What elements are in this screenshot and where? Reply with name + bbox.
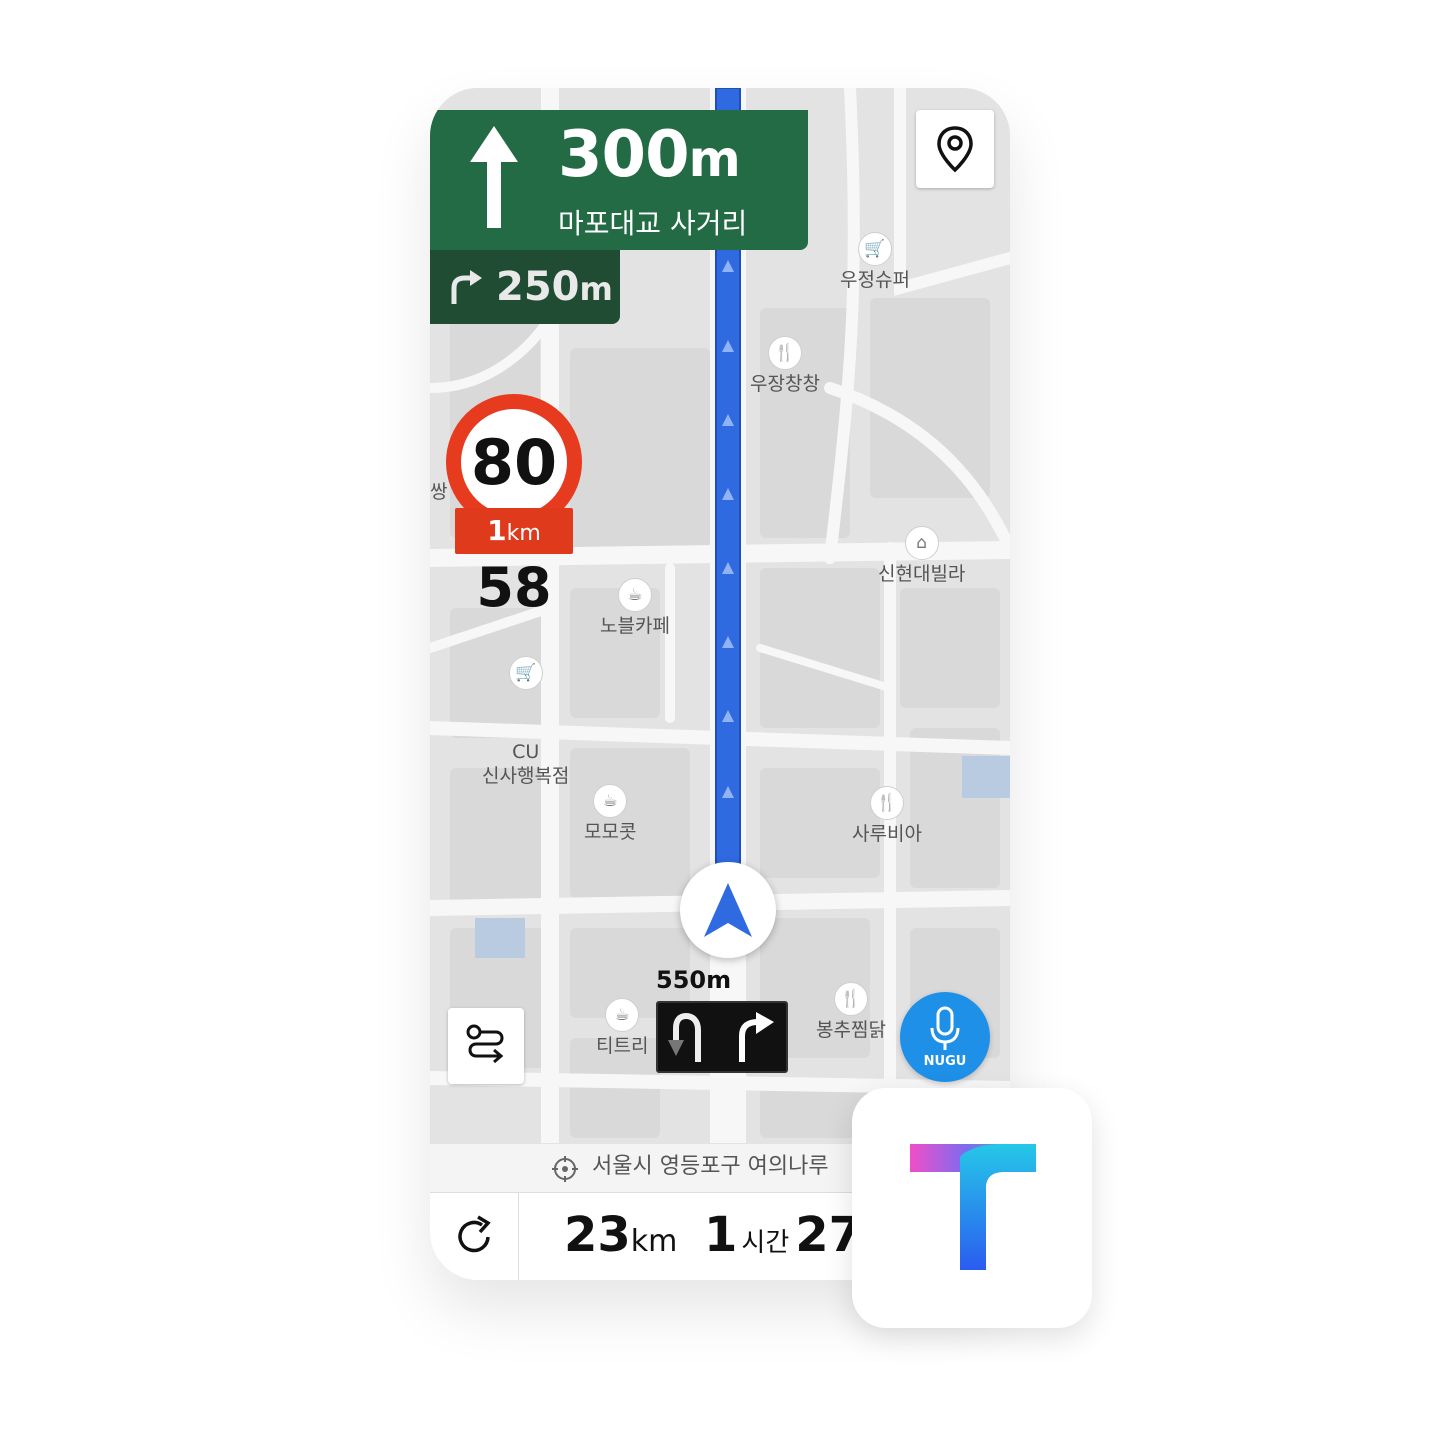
reroute-button[interactable] [430, 1193, 519, 1280]
cafe-icon: ☕ [605, 998, 640, 1032]
nugu-label: NUGU [923, 1054, 967, 1069]
poi-label: CU 신사행복점 [482, 741, 570, 787]
remaining-distance: 23km [564, 1207, 678, 1263]
poi-shinhyeon-villa[interactable]: ⌂ 신현대빌라 [878, 526, 965, 586]
restaurant-icon: 🍴 [869, 786, 904, 820]
poi-partial: 쌍 [430, 480, 447, 504]
poi-label: 봉추찜닭 [816, 1019, 886, 1041]
poi-label: 신현대빌라 [878, 563, 966, 585]
remaining-time: 1 시간 27 [704, 1207, 863, 1263]
u-turn-lane-icon [668, 1012, 701, 1062]
refresh-icon [458, 1215, 491, 1253]
guidance-place: 마포대교 사거리 [558, 207, 748, 240]
current-address: 서울시 영등포구 여의나루 [592, 1154, 829, 1179]
cafe-icon: ☕ [593, 784, 628, 818]
poi-label: 사루비아 [852, 823, 922, 845]
poi-titree[interactable]: ☕ 티트리 [596, 998, 648, 1058]
poi-label: 티트리 [596, 1035, 649, 1057]
tmap-logo [910, 1144, 1036, 1270]
navigation-arrow-icon [704, 883, 752, 937]
route-icon [466, 1024, 504, 1064]
cart-icon: 🛒 [508, 656, 543, 690]
tmap-app-icon [852, 1088, 1092, 1328]
poi-label: 노블카페 [600, 615, 670, 637]
cafe-icon: ☕ [617, 578, 652, 612]
straight-arrow-icon [470, 126, 518, 228]
next-turn-distance: 250m [496, 264, 613, 310]
poi-momokot[interactable]: ☕ 모모콧 [584, 784, 636, 844]
poi-woojang[interactable]: 🍴 우장창창 [750, 336, 820, 396]
poi-bongchu[interactable]: 🍴 봉추찜닭 [816, 982, 886, 1042]
restaurant-icon: 🍴 [767, 336, 802, 370]
right-turn-lane-icon [739, 1012, 774, 1062]
poi-salvia[interactable]: 🍴 사루비아 [852, 786, 922, 846]
poi-noble-cafe[interactable]: ☕ 노블카페 [600, 578, 670, 638]
poi-cu-store[interactable]: 🛒 CU 신사행복점 [482, 608, 569, 836]
current-speed: 58 [476, 556, 552, 619]
poi-label: 모모콧 [584, 821, 637, 843]
lane-guide-distance: 550m [656, 966, 732, 994]
cart-icon: 🛒 [857, 232, 892, 266]
poi-label: 우장창창 [750, 373, 820, 395]
route-options-button[interactable] [448, 1008, 524, 1084]
crosshair-icon [552, 1156, 578, 1182]
restaurant-icon: 🍴 [833, 982, 868, 1016]
current-location-marker [680, 862, 776, 958]
nugu-voice-button[interactable]: NUGU [900, 992, 990, 1082]
poi-label: 쌍 [430, 481, 448, 503]
poi-woojeong-super[interactable]: 🛒 우정슈퍼 [840, 232, 910, 292]
building-icon: ⌂ [904, 526, 939, 560]
guidance-distance: 300m [558, 118, 741, 192]
location-button[interactable] [916, 110, 994, 188]
turn-guidance-panel: 300m 마포대교 사거리 [430, 110, 808, 250]
next-turn-panel: 250m [430, 250, 620, 324]
speed-camera-distance: 1km [455, 508, 573, 554]
poi-label: 우정슈퍼 [840, 269, 910, 291]
turn-right-icon [451, 270, 482, 304]
lane-guide [656, 1001, 788, 1073]
microphone-icon [930, 1006, 960, 1050]
location-pin-icon [937, 126, 973, 173]
